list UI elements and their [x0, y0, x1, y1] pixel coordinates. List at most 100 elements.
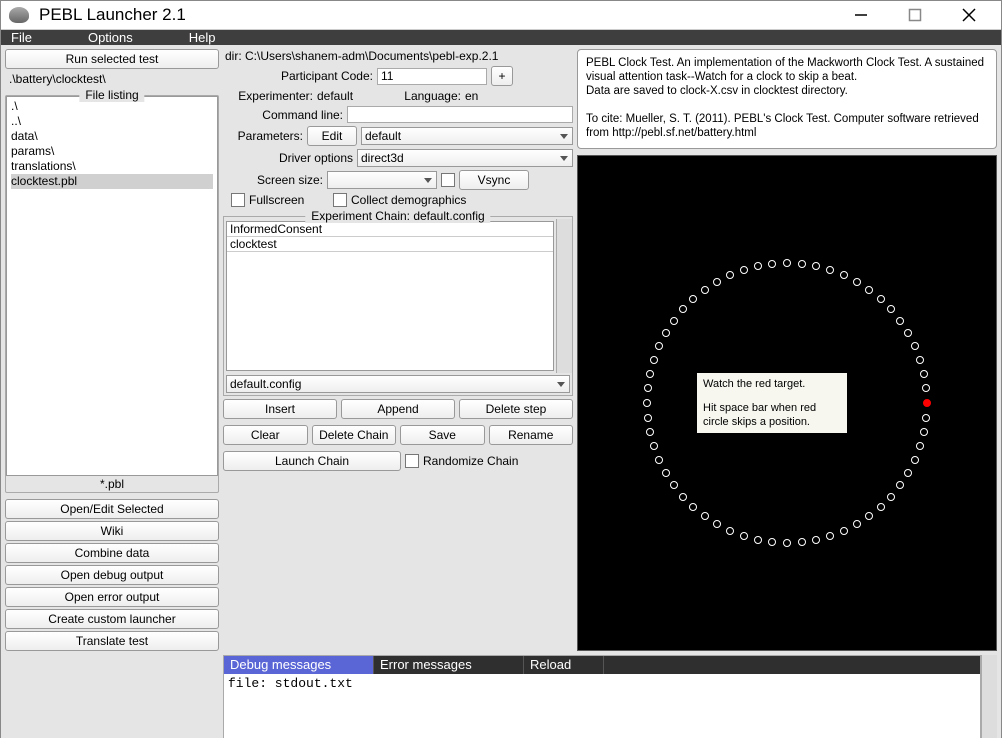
clock-dot	[853, 520, 861, 528]
clock-dot-red	[923, 399, 931, 407]
fullscreen-checkbox[interactable]	[231, 193, 245, 207]
screen-size-combo[interactable]	[327, 171, 437, 189]
clock-dot	[865, 286, 873, 294]
clock-dot	[865, 512, 873, 520]
clock-dot	[922, 384, 930, 392]
language-label: Language:	[381, 89, 461, 103]
clock-dot	[840, 527, 848, 535]
clock-dot	[840, 271, 848, 279]
test-description: PEBL Clock Test. An implementation of th…	[577, 49, 997, 149]
vsync-button[interactable]: Vsync	[459, 170, 529, 190]
message-scrollbar[interactable]	[981, 655, 997, 738]
launch-chain-button[interactable]: Launch Chain	[223, 451, 401, 471]
participant-code-input[interactable]	[377, 68, 487, 85]
experiment-chain-list[interactable]: InformedConsentclocktest	[226, 221, 554, 371]
language-value: en	[465, 89, 478, 103]
experiment-chain-label: Experiment Chain: default.config	[305, 209, 490, 223]
message-area[interactable]: file: stdout.txt	[224, 674, 980, 738]
clock-dot	[853, 278, 861, 286]
randomize-chain-label: Randomize Chain	[423, 454, 518, 468]
demographics-label: Collect demographics	[351, 193, 466, 207]
menu-file[interactable]: File	[11, 30, 32, 45]
append-button[interactable]: Append	[341, 399, 455, 419]
save-button[interactable]: Save	[400, 425, 485, 445]
clock-dot	[887, 305, 895, 313]
screen-size-label: Screen size:	[223, 173, 323, 187]
tab-reload[interactable]: Reload	[524, 656, 604, 674]
preview-line1: Watch the red target.	[703, 377, 841, 391]
delete-chain-button[interactable]: Delete Chain	[312, 425, 397, 445]
clock-dot	[701, 286, 709, 294]
maximize-button[interactable]	[897, 1, 933, 29]
chain-item[interactable]: clocktest	[227, 237, 553, 252]
clock-dot	[701, 512, 709, 520]
dir-value: C:\Users\shanem-adm\Documents\pebl-exp.2…	[245, 49, 498, 63]
chain-item[interactable]: InformedConsent	[227, 222, 553, 237]
clock-dot	[887, 493, 895, 501]
clock-dot	[740, 532, 748, 540]
menu-help[interactable]: Help	[189, 30, 216, 45]
clock-dot	[768, 538, 776, 546]
clock-dot	[655, 342, 663, 350]
preview-message: Watch the red target. Hit space bar when…	[697, 373, 847, 433]
clock-dot	[689, 503, 697, 511]
randomize-chain-checkbox[interactable]	[405, 454, 419, 468]
open-debug-output-button[interactable]: Open debug output	[5, 565, 219, 585]
clock-dot	[740, 266, 748, 274]
clock-dot	[689, 295, 697, 303]
clock-dot	[920, 370, 928, 378]
clock-dot	[922, 414, 930, 422]
clock-dot	[877, 503, 885, 511]
minimize-button[interactable]	[843, 1, 879, 29]
clock-dot	[646, 370, 654, 378]
clock-dot	[904, 469, 912, 477]
clock-dot	[754, 262, 762, 270]
wiki-button[interactable]: Wiki	[5, 521, 219, 541]
file-item[interactable]: clocktest.pbl	[11, 174, 213, 189]
vsync-checkbox[interactable]	[441, 173, 455, 187]
participant-plus-button[interactable]: +	[491, 66, 513, 86]
clock-dot	[896, 481, 904, 489]
chain-file-combo[interactable]: default.config	[226, 375, 570, 393]
participant-code-label: Participant Code:	[223, 69, 373, 83]
menu-options[interactable]: Options	[88, 30, 133, 45]
create-custom-launcher-button[interactable]: Create custom launcher	[5, 609, 219, 629]
clock-dot	[650, 442, 658, 450]
clock-dot	[679, 305, 687, 313]
experimenter-value: default	[317, 89, 377, 103]
close-button[interactable]	[951, 1, 987, 29]
translate-test-button[interactable]: Translate test	[5, 631, 219, 651]
clock-dot	[670, 481, 678, 489]
clock-dot	[670, 317, 678, 325]
clock-dot	[916, 356, 924, 364]
open-error-output-button[interactable]: Open error output	[5, 587, 219, 607]
parameters-combo[interactable]: default	[361, 127, 573, 145]
combine-data-button[interactable]: Combine data	[5, 543, 219, 563]
clock-dot	[644, 384, 652, 392]
clock-dot	[655, 456, 663, 464]
clock-dot	[679, 493, 687, 501]
file-item[interactable]: data\	[11, 129, 213, 144]
tab-debug-messages[interactable]: Debug messages	[224, 656, 374, 674]
parameters-edit-button[interactable]: Edit	[307, 126, 357, 146]
command-line-input[interactable]	[347, 106, 573, 123]
tab-error-messages[interactable]: Error messages	[374, 656, 524, 674]
demographics-checkbox[interactable]	[333, 193, 347, 207]
clock-dot	[726, 271, 734, 279]
clock-dot	[646, 428, 654, 436]
file-item[interactable]: ..\	[11, 114, 213, 129]
rename-button[interactable]: Rename	[489, 425, 574, 445]
driver-options-combo[interactable]: direct3d	[357, 149, 573, 167]
run-selected-test-button[interactable]: Run selected test	[5, 49, 219, 69]
file-listing[interactable]: .\..\data\params\translations\clocktest.…	[6, 96, 218, 476]
file-item[interactable]: translations\	[11, 159, 213, 174]
file-listing-label: File listing	[79, 88, 144, 102]
clear-button[interactable]: Clear	[223, 425, 308, 445]
open-edit-button[interactable]: Open/Edit Selected	[5, 499, 219, 519]
chain-scrollbar[interactable]	[556, 219, 572, 373]
window-title: PEBL Launcher 2.1	[39, 5, 843, 25]
insert-button[interactable]: Insert	[223, 399, 337, 419]
delete-step-button[interactable]: Delete step	[459, 399, 573, 419]
file-item[interactable]: params\	[11, 144, 213, 159]
clock-dot	[896, 317, 904, 325]
